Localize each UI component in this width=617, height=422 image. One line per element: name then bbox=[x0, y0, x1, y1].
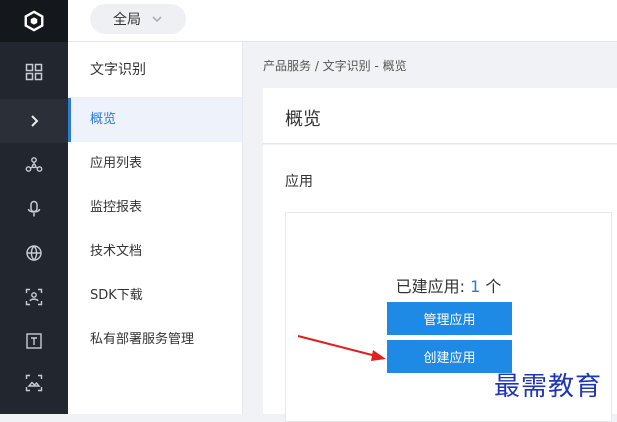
scope-selector[interactable]: 全局 bbox=[90, 4, 186, 34]
product-subnav: 文字识别 概览 应用列表 监控报表 技术文档 SDK下载 私有部署服务管理 bbox=[68, 42, 243, 414]
page-title: 概览 bbox=[285, 109, 321, 130]
section-label: 应用 bbox=[285, 174, 313, 190]
rail-item-image[interactable] bbox=[0, 361, 68, 405]
face-scan-icon bbox=[25, 288, 43, 306]
subnav-item-docs[interactable]: 技术文档 bbox=[68, 230, 242, 274]
rail-item-text[interactable] bbox=[0, 319, 68, 363]
rail-item-nodes[interactable] bbox=[0, 143, 68, 187]
grid-icon bbox=[25, 63, 43, 81]
app-count-suffix: 个 bbox=[480, 277, 502, 296]
nodes-icon bbox=[25, 157, 43, 172]
rail-item-grid[interactable] bbox=[0, 50, 68, 94]
subnav-item-app-list[interactable]: 应用列表 bbox=[68, 142, 242, 186]
image-scan-icon bbox=[25, 374, 43, 392]
rail-item-face[interactable] bbox=[0, 275, 68, 319]
manage-app-button[interactable]: 管理应用 bbox=[387, 302, 512, 335]
hexagon-logo-icon bbox=[24, 10, 44, 32]
app-count-value: 1 bbox=[470, 277, 481, 296]
rail-item-expand[interactable] bbox=[0, 99, 68, 143]
logo[interactable] bbox=[0, 0, 68, 42]
watermark: 最需教育 bbox=[494, 372, 603, 402]
rail-item-globe[interactable] bbox=[0, 231, 68, 275]
chevron-down-icon bbox=[152, 16, 162, 23]
subnav-item-sdk[interactable]: SDK下载 bbox=[68, 274, 242, 318]
app-count-line: 已建应用: 1 个 bbox=[286, 273, 611, 297]
chevron-right-icon bbox=[31, 115, 39, 127]
microphone-icon bbox=[27, 200, 41, 217]
globe-icon bbox=[26, 245, 42, 262]
rail-item-speech[interactable] bbox=[0, 187, 68, 231]
scope-label: 全局 bbox=[113, 12, 141, 28]
top-bar: 全局 bbox=[68, 0, 617, 42]
subnav-item-overview[interactable]: 概览 bbox=[68, 98, 242, 142]
subnav-item-monitoring[interactable]: 监控报表 bbox=[68, 186, 242, 230]
text-box-icon bbox=[26, 333, 42, 349]
card-header: 概览 bbox=[263, 88, 617, 144]
subnav-title: 文字识别 bbox=[68, 42, 242, 98]
subnav-item-private-deploy[interactable]: 私有部署服务管理 bbox=[68, 318, 242, 362]
icon-rail bbox=[0, 0, 68, 414]
breadcrumb: 产品服务 / 文字识别 - 概览 bbox=[263, 59, 407, 73]
app-count-prefix: 已建应用: bbox=[395, 277, 471, 296]
